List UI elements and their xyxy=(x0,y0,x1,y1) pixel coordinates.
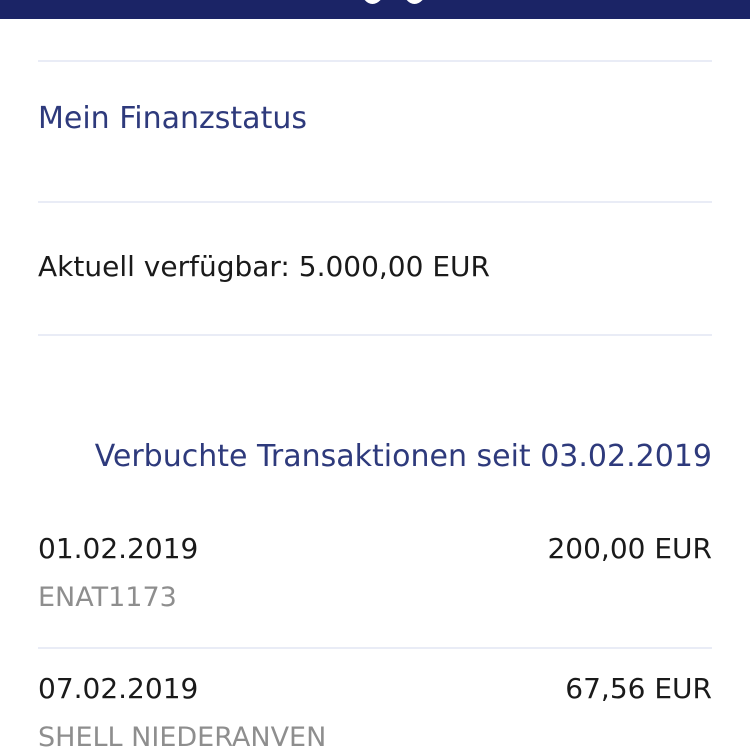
transaction-amount: 200,00 EUR xyxy=(547,532,712,565)
transaction-row[interactable]: 07.02.2019 67,56 EUR SHELL NIEDERANVEN xyxy=(38,672,712,750)
section-title-finanzstatus: Mein Finanzstatus xyxy=(38,101,307,136)
header-bar xyxy=(0,0,750,19)
transaction-row[interactable]: 01.02.2019 200,00 EUR ENAT1173 xyxy=(38,532,712,632)
available-balance: Aktuell verfügbar: 5.000,00 EUR xyxy=(38,250,490,283)
transactions-heading: Verbuchte Transaktionen seit 03.02.2019 xyxy=(94,439,712,474)
divider xyxy=(38,647,712,649)
divider xyxy=(38,334,712,336)
divider xyxy=(38,60,712,62)
transaction-date: 07.02.2019 xyxy=(38,672,199,705)
finance-status-page: Mein Finanzstatus Aktuell verfügbar: 5.0… xyxy=(0,0,750,750)
transaction-description: ENAT1173 xyxy=(38,582,177,613)
divider xyxy=(38,201,712,203)
logo-icon xyxy=(364,0,423,4)
transaction-amount: 67,56 EUR xyxy=(565,672,712,705)
transaction-description: SHELL NIEDERANVEN xyxy=(38,722,327,750)
transaction-date: 01.02.2019 xyxy=(38,532,199,565)
